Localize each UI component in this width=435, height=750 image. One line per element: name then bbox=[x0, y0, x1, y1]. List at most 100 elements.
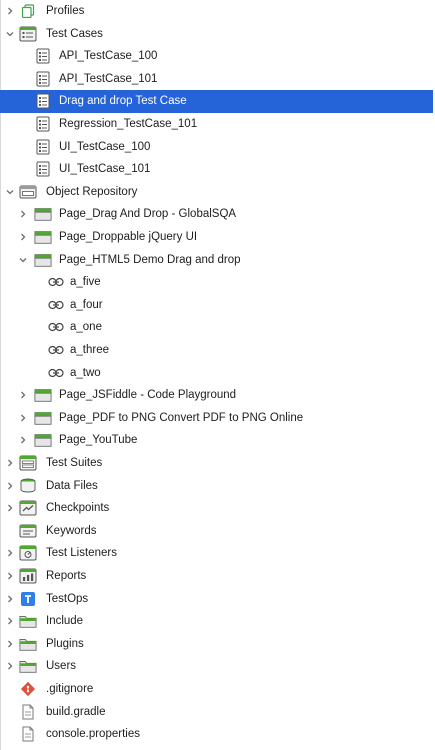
tree-item-label: .gitignore bbox=[46, 683, 94, 695]
link-icon bbox=[47, 318, 65, 336]
chevron-right-icon[interactable] bbox=[5, 571, 15, 581]
tree-item-label: Object Repository bbox=[46, 185, 138, 198]
chevron-right-icon[interactable] bbox=[5, 594, 15, 604]
tree-item-label: UI_TestCase_101 bbox=[59, 163, 151, 176]
tree-item-label: Profiles bbox=[46, 5, 85, 17]
tree-item-label: UI_TestCase_100 bbox=[59, 140, 151, 153]
tree-item-object-repository[interactable]: Object Repository bbox=[0, 181, 433, 204]
object-repository-icon bbox=[19, 183, 37, 201]
tree-item-testops[interactable]: TestOps bbox=[0, 588, 433, 611]
tree-item-page-youtube[interactable]: Page_YouTube bbox=[0, 429, 433, 452]
testops-icon bbox=[19, 590, 37, 608]
file-icon bbox=[19, 703, 37, 721]
tree-item-label: Reports bbox=[46, 570, 87, 582]
chevron-down-icon[interactable] bbox=[5, 187, 15, 197]
tree-item-label: TestOps bbox=[46, 592, 89, 605]
tree-item-label: console.properties bbox=[46, 728, 140, 741]
tree-item-plugins[interactable]: Plugins bbox=[0, 633, 433, 656]
chevron-right-icon[interactable] bbox=[18, 413, 28, 423]
chevron-right-icon[interactable] bbox=[5, 481, 15, 491]
tree-item-test-suites[interactable]: Test Suites bbox=[0, 452, 433, 475]
chevron-right-icon[interactable] bbox=[5, 548, 15, 558]
tree-item-include[interactable]: Include bbox=[0, 610, 433, 633]
chevron-down-icon[interactable] bbox=[18, 255, 28, 265]
test-case-icon bbox=[34, 70, 52, 88]
chevron-down-icon[interactable] bbox=[5, 29, 15, 39]
tree-item-a-five[interactable]: a_five bbox=[0, 271, 433, 294]
chevron-right-icon[interactable] bbox=[18, 232, 28, 242]
link-icon bbox=[47, 364, 65, 382]
data-files-icon bbox=[19, 477, 37, 495]
folder-icon bbox=[19, 635, 37, 653]
tree-item-label: Plugins bbox=[46, 637, 84, 650]
reports-icon bbox=[19, 567, 37, 585]
tree-item-ui-testcase-101[interactable]: UI_TestCase_101 bbox=[0, 158, 433, 181]
tree-item-label: a_one bbox=[70, 321, 102, 334]
tree-item-label: a_two bbox=[70, 366, 101, 379]
tree-item-label: build.gradle bbox=[46, 705, 106, 718]
chevron-right-icon[interactable] bbox=[18, 435, 28, 445]
tree-item-label: API_TestCase_101 bbox=[59, 72, 158, 85]
tree-item-a-three[interactable]: a_three bbox=[0, 339, 433, 362]
project-explorer-tree: Profiles Test Cases API_TestCase_100 API_Te… bbox=[0, 0, 435, 750]
test-listeners-icon bbox=[19, 544, 37, 562]
tree-item-a-two[interactable]: a_two bbox=[0, 362, 433, 385]
test-case-icon bbox=[34, 160, 52, 178]
tree-item-label: Test Cases bbox=[46, 27, 103, 40]
tree-item-regression-testcase-101[interactable]: Regression_TestCase_101 bbox=[0, 113, 433, 136]
chevron-right-icon[interactable] bbox=[5, 661, 15, 671]
tree-item-test-cases[interactable]: Test Cases bbox=[0, 23, 433, 46]
test-case-icon bbox=[34, 115, 52, 133]
tree-item-page-drag-and-drop-globalsqa[interactable]: Page_Drag And Drop - GlobalSQA bbox=[0, 203, 433, 226]
tree-item-test-listeners[interactable]: Test Listeners bbox=[0, 542, 433, 565]
link-icon bbox=[47, 273, 65, 291]
test-cases-icon bbox=[19, 25, 37, 43]
file-icon bbox=[19, 725, 37, 743]
page-folder-icon bbox=[34, 431, 52, 449]
chevron-right-icon[interactable] bbox=[18, 209, 28, 219]
folder-icon bbox=[19, 612, 37, 630]
tree-item-label: Regression_TestCase_101 bbox=[59, 118, 198, 130]
page-folder-icon bbox=[34, 409, 52, 427]
tree-item-reports[interactable]: Reports bbox=[0, 565, 433, 588]
tree-item-gitignore[interactable]: .gitignore bbox=[0, 678, 433, 701]
chevron-right-icon[interactable] bbox=[5, 503, 15, 513]
tree-item-label: Checkpoints bbox=[46, 502, 110, 515]
tree-item-page-jsfiddle-code-playground[interactable]: Page_JSFiddle - Code Playground bbox=[0, 384, 433, 407]
tree-item-keywords[interactable]: Keywords bbox=[0, 520, 433, 543]
chevron-right-icon[interactable] bbox=[5, 616, 15, 626]
chevron-right-icon[interactable] bbox=[5, 6, 15, 16]
profiles-icon bbox=[19, 2, 37, 20]
folder-icon bbox=[19, 657, 37, 675]
tree-item-page-pdf-to-png[interactable]: Page_PDF to PNG Convert PDF to PNG Onlin… bbox=[0, 407, 433, 430]
test-suites-icon bbox=[19, 454, 37, 472]
tree-item-page-droppable-jquery-ui[interactable]: Page_Droppable jQuery UI bbox=[0, 226, 433, 249]
tree-item-drag-and-drop-test-case[interactable]: Drag and drop Test Case bbox=[0, 90, 433, 113]
tree-item-label: Users bbox=[46, 660, 77, 673]
tree-item-api-testcase-101[interactable]: API_TestCase_101 bbox=[0, 68, 433, 91]
tree-item-console-properties[interactable]: console.properties bbox=[0, 723, 433, 746]
tree-item-label: a_four bbox=[70, 298, 103, 311]
tree-item-page-html5-demo-drag-and-drop[interactable]: Page_HTML5 Demo Drag and drop bbox=[0, 249, 433, 272]
git-icon bbox=[19, 680, 37, 698]
tree-item-label: Data Files bbox=[46, 479, 98, 492]
tree-item-a-one[interactable]: a_one bbox=[0, 316, 433, 339]
tree-item-a-four[interactable]: a_four bbox=[0, 294, 433, 317]
test-case-icon bbox=[34, 138, 52, 156]
chevron-right-icon[interactable] bbox=[18, 390, 28, 400]
tree-item-label: Page_JSFiddle - Code Playground bbox=[59, 389, 237, 402]
page-folder-icon bbox=[34, 205, 52, 223]
page-folder-icon bbox=[34, 228, 52, 246]
tree-item-label: a_three bbox=[70, 344, 110, 356]
tree-item-data-files[interactable]: Data Files bbox=[0, 475, 433, 498]
chevron-right-icon[interactable] bbox=[5, 458, 15, 468]
tree-item-api-testcase-100[interactable]: API_TestCase_100 bbox=[0, 45, 433, 68]
tree-item-checkpoints[interactable]: Checkpoints bbox=[0, 497, 433, 520]
tree-item-build-gradle[interactable]: build.gradle bbox=[0, 701, 433, 724]
tree-item-profiles[interactable]: Profiles bbox=[0, 0, 433, 23]
tree-item-ui-testcase-100[interactable]: UI_TestCase_100 bbox=[0, 136, 433, 159]
tree-item-label: Keywords bbox=[46, 524, 97, 537]
chevron-right-icon[interactable] bbox=[5, 639, 15, 649]
tree-item-users[interactable]: Users bbox=[0, 655, 433, 678]
tree-item-label: Drag and drop Test Case bbox=[59, 95, 187, 108]
